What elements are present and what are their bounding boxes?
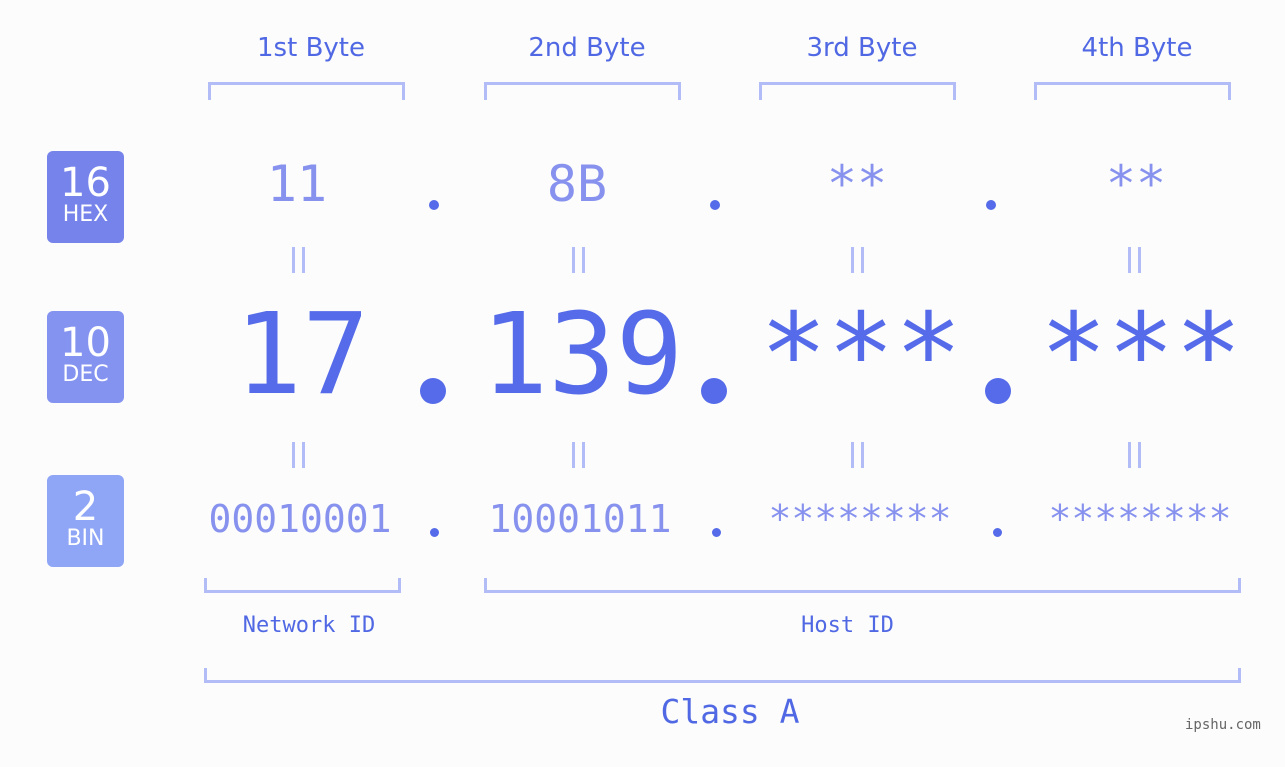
bin-octet-2: 10001011 [488,497,672,541]
hex-dot-3 [986,200,996,210]
equals-icon [572,442,586,468]
hex-base-number: 16 [60,160,111,206]
hex-dot-2 [710,200,720,210]
dec-octet-3: *** [759,290,963,420]
byte-bracket-4 [1034,82,1231,100]
equals-icon [1128,442,1142,468]
dec-octet-2: 139 [480,290,684,420]
network-id-label: Network ID [242,613,376,638]
hex-octet-1: 11 [266,155,328,213]
dec-octet-1: 17 [234,290,370,420]
bin-octet-3: ******** [768,497,952,541]
equals-icon [851,247,865,273]
hex-base-label: HEX [62,202,109,227]
bin-octet-1: 00010001 [208,497,392,541]
hex-dot-1 [429,200,439,210]
bin-badge: 2 BIN [47,475,124,567]
byte-bracket-2 [484,82,681,100]
network-id-bracket [204,578,401,593]
equals-icon [292,442,306,468]
equals-icon [851,442,865,468]
class-bracket [204,668,1241,683]
byte-bracket-3 [759,82,956,100]
class-label: Class A [660,692,800,731]
byte-bracket-1 [208,82,405,100]
bin-base-label: BIN [66,526,105,551]
dec-dot-3 [985,378,1011,404]
equals-icon [292,247,306,273]
hex-octet-2: 8B [546,155,608,213]
host-id-label: Host ID [801,613,894,638]
dec-base-label: DEC [62,362,109,387]
byte-header-2: 2nd Byte [528,33,646,63]
equals-icon [572,247,586,273]
byte-header-3: 3rd Byte [806,33,918,63]
bin-dot-3 [993,528,1002,537]
hex-octet-4: ** [1105,155,1167,213]
watermark: ipshu.com [1185,717,1261,733]
hex-badge: 16 HEX [47,151,124,243]
dec-base-number: 10 [60,320,111,366]
byte-header-1: 1st Byte [257,33,365,63]
dec-badge: 10 DEC [47,311,124,403]
dec-dot-1 [420,378,446,404]
host-id-bracket [484,578,1241,593]
bin-dot-1 [430,528,439,537]
hex-octet-3: ** [826,155,888,213]
byte-header-4: 4th Byte [1081,33,1193,63]
bin-dot-2 [712,528,721,537]
bin-base-number: 2 [72,484,99,530]
equals-icon [1128,247,1142,273]
dec-dot-2 [701,378,727,404]
dec-octet-4: *** [1039,290,1243,420]
bin-octet-4: ******** [1048,497,1232,541]
